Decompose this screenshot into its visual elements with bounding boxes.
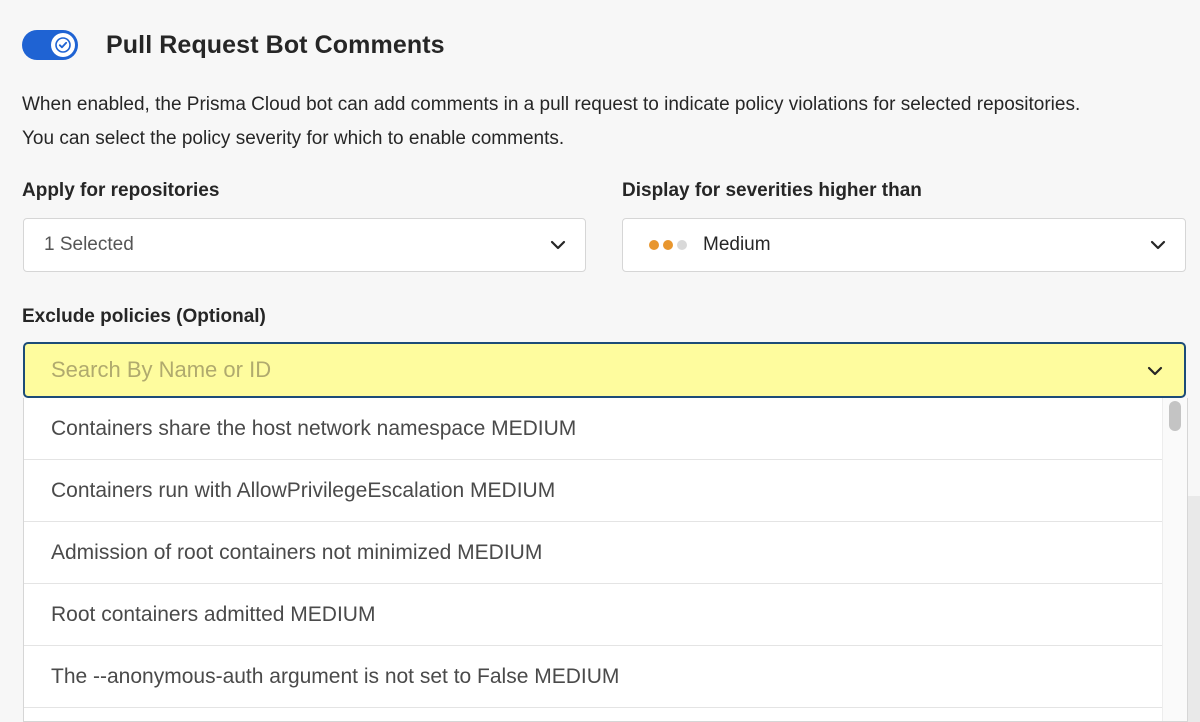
toggle-knob bbox=[51, 33, 75, 57]
severity-dot bbox=[677, 240, 687, 250]
check-icon bbox=[55, 37, 71, 53]
repositories-select[interactable]: 1 Selected bbox=[23, 218, 586, 272]
policy-options-dropdown: Containers share the host network namesp… bbox=[23, 398, 1188, 722]
policy-option[interactable]: Containers run with AllowPrivilegeEscala… bbox=[24, 460, 1164, 522]
policy-option[interactable]: The --anonymous-auth argument is not set… bbox=[24, 646, 1164, 708]
policy-option[interactable]: Root containers admitted MEDIUM bbox=[24, 584, 1164, 646]
chevron-down-icon bbox=[550, 240, 566, 250]
scrollbar-thumb[interactable] bbox=[1169, 401, 1181, 431]
section-description: When enabled, the Prisma Cloud bot can a… bbox=[22, 88, 1182, 156]
description-line-1: When enabled, the Prisma Cloud bot can a… bbox=[22, 94, 1081, 115]
severity-select-value: Medium bbox=[703, 234, 771, 255]
pr-bot-comments-toggle[interactable] bbox=[22, 30, 78, 60]
severity-dot bbox=[663, 240, 673, 250]
repositories-select-value: 1 Selected bbox=[44, 234, 134, 255]
chevron-down-icon[interactable] bbox=[1146, 362, 1164, 380]
exclude-policies-label: Exclude policies (Optional) bbox=[22, 306, 266, 327]
exclude-policies-search[interactable] bbox=[23, 342, 1186, 398]
severity-label: Display for severities higher than bbox=[622, 180, 922, 201]
section-title: Pull Request Bot Comments bbox=[106, 30, 445, 59]
background-panel-edge bbox=[1188, 496, 1200, 722]
description-line-2: You can select the policy severity for w… bbox=[22, 128, 565, 149]
exclude-policies-search-input[interactable] bbox=[51, 357, 1101, 383]
repositories-label: Apply for repositories bbox=[22, 180, 220, 201]
policy-option[interactable]: Containers share the host network namesp… bbox=[24, 398, 1164, 460]
chevron-down-icon bbox=[1150, 240, 1166, 250]
severity-dot bbox=[649, 240, 659, 250]
severity-select[interactable]: Medium bbox=[622, 218, 1186, 272]
section-header: Pull Request Bot Comments bbox=[22, 30, 445, 60]
policy-option[interactable]: Admission of root containers not minimiz… bbox=[24, 522, 1164, 584]
policy-options-list: Containers share the host network namesp… bbox=[24, 398, 1164, 708]
severity-indicator-icon bbox=[649, 240, 691, 250]
dropdown-scrollbar[interactable] bbox=[1162, 398, 1187, 721]
